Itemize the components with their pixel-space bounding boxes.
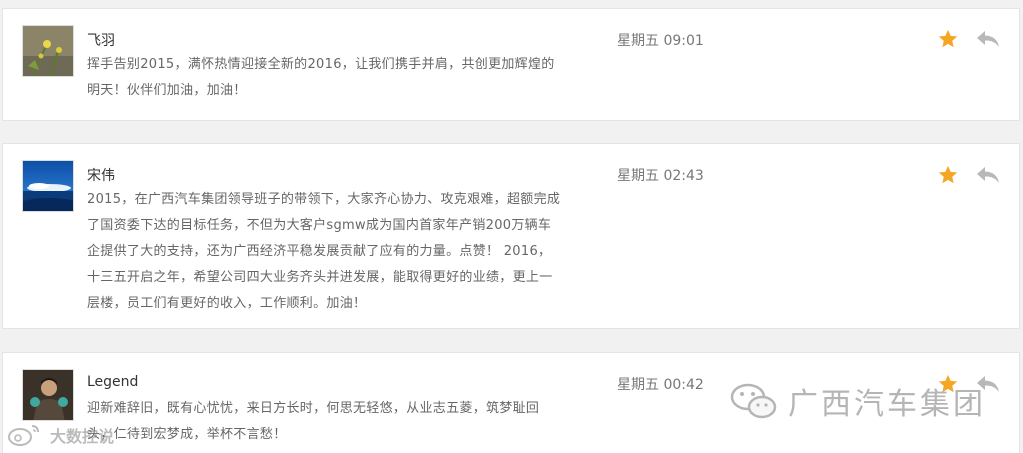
comment-text: 挥手告别2015，满怀热情迎接全新的2016，让我们携手并肩，共创更加辉煌的 明… <box>87 52 617 104</box>
comment-line: 明天！伙伴们加油，加油！ <box>87 83 247 98</box>
comment-text: 2015，在广西汽车集团领导班子的带领下，大家齐心协力、攻克艰难，超额完成 了国… <box>87 187 617 317</box>
corner-watermark: 大数控说 <box>6 420 114 450</box>
reply-icon[interactable] <box>975 28 1001 50</box>
brand-watermark: 广西汽车集团 <box>728 378 986 424</box>
comment-author[interactable]: 宋伟 <box>87 165 115 185</box>
comment-line: 十三五开启之年，希望公司四大业务齐头并进发展，能取得更好的业绩，更上一 <box>87 270 553 285</box>
comment-author[interactable]: Legend <box>87 374 138 390</box>
avatar[interactable] <box>22 160 74 212</box>
comment-line: 迎新难辞旧，既有心忧忧，来日方长时，何思无轻悠，从业志五菱，筑梦耻回 <box>87 401 540 416</box>
comment-line: 层楼，员工们有更好的收入，工作顺利。加油！ <box>87 296 367 311</box>
corner-watermark-text: 大数控说 <box>50 427 115 446</box>
comment-line: 企提供了大的支持，还为广西经济平稳发展贡献了应有的力量。点赞！ 2016， <box>87 244 552 259</box>
avatar[interactable] <box>22 25 74 77</box>
star-icon[interactable] <box>937 164 959 186</box>
comment-line: 挥手告别2015，满怀热情迎接全新的2016，让我们携手并肩，共创更加辉煌的 <box>87 57 555 72</box>
comment-time: 星期五 09:01 <box>617 33 704 49</box>
avatar[interactable] <box>22 369 74 421</box>
comment-line: 头，仁待到宏梦成，举杯不言愁！ <box>87 427 287 442</box>
comment-card: 飞羽 星期五 09:01 挥手告别2015，满怀热情迎接全新的2016，让我们携… <box>2 8 1020 121</box>
comment-card: 宋伟 星期五 02:43 2015，在广西汽车集团领导班子的带领下，大家齐心协力… <box>2 143 1020 329</box>
comment-time: 星期五 02:43 <box>617 168 704 184</box>
comment-time: 星期五 00:42 <box>617 377 704 393</box>
reply-icon[interactable] <box>975 164 1001 186</box>
comment-line: 2015，在广西汽车集团领导班子的带领下，大家齐心协力、攻克艰难，超额完成 <box>87 192 561 207</box>
comment-author[interactable]: 飞羽 <box>87 30 115 50</box>
weibo-icon <box>8 425 39 446</box>
star-icon[interactable] <box>937 28 959 50</box>
wechat-icon <box>730 383 777 419</box>
comment-line: 了国资委下达的目标任务，不但为大客户sgmw成为国内首家年产销200万辆车 <box>87 218 552 233</box>
watermark-text: 广西汽车集团 <box>788 387 986 422</box>
comment-text: 迎新难辞旧，既有心忧忧，来日方长时，何思无轻悠，从业志五菱，筑梦耻回 头，仁待到… <box>87 396 617 448</box>
